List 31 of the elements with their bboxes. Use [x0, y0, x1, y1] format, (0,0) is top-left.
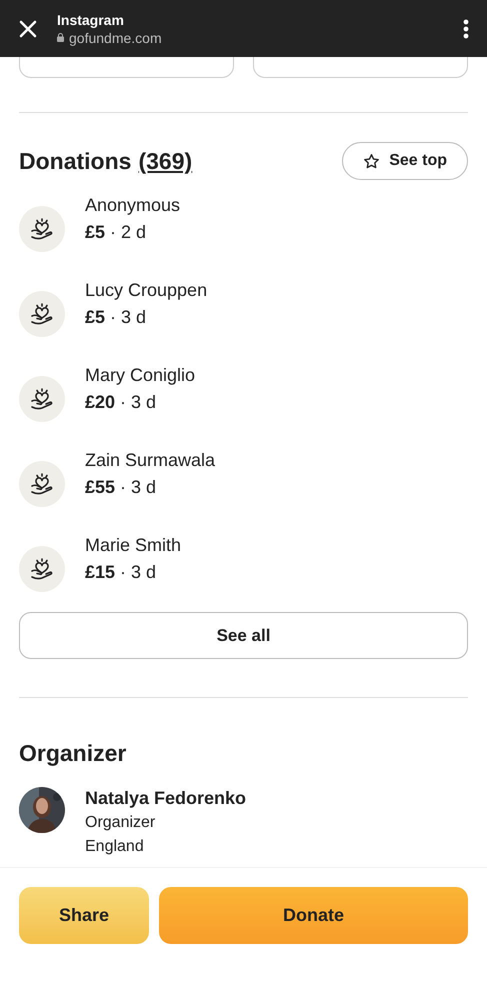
heart-in-hand-icon	[29, 386, 55, 412]
donation-amount: £55 · 3 d	[85, 476, 158, 499]
more-options-icon[interactable]	[463, 18, 469, 38]
donor-name: Zain Surmawala	[85, 449, 216, 472]
donor-name: Marie Smith	[85, 534, 182, 557]
see-all-button[interactable]: See all	[19, 612, 468, 659]
star-icon	[363, 152, 380, 170]
page-title: Instagram	[57, 10, 125, 28]
share-button[interactable]: Share	[19, 886, 149, 944]
donation-amount: £5 · 2 d	[85, 221, 148, 244]
donation-amount: £15 · 3 d	[85, 561, 158, 584]
donor-name: Mary Coniglio	[85, 364, 196, 387]
organizer-location: England	[85, 836, 145, 856]
section-title: Organizer	[18, 739, 128, 768]
see-top-button[interactable]: See top	[342, 142, 468, 180]
donations-count-link[interactable]: (369)	[138, 144, 192, 178]
heart-in-hand-icon	[29, 556, 55, 582]
close-icon[interactable]	[18, 18, 38, 38]
donor-name: Lucy Crouppen	[85, 279, 208, 302]
page-url: gofundme.com	[69, 28, 162, 46]
heart-in-hand-icon	[29, 301, 55, 327]
section-title: Donations	[19, 146, 132, 176]
donation-amount: £20 · 3 d	[85, 391, 158, 414]
donor-name: Anonymous	[85, 194, 180, 217]
lock-icon	[57, 33, 64, 42]
heart-in-hand-icon	[29, 471, 55, 497]
heart-in-hand-icon	[29, 216, 55, 242]
organizer-role: Organizer	[85, 812, 156, 832]
organizer-name: Natalya Fedorenko	[85, 786, 246, 810]
donate-button[interactable]: Donate	[159, 886, 468, 944]
donation-amount: £5 · 3 d	[85, 306, 148, 329]
